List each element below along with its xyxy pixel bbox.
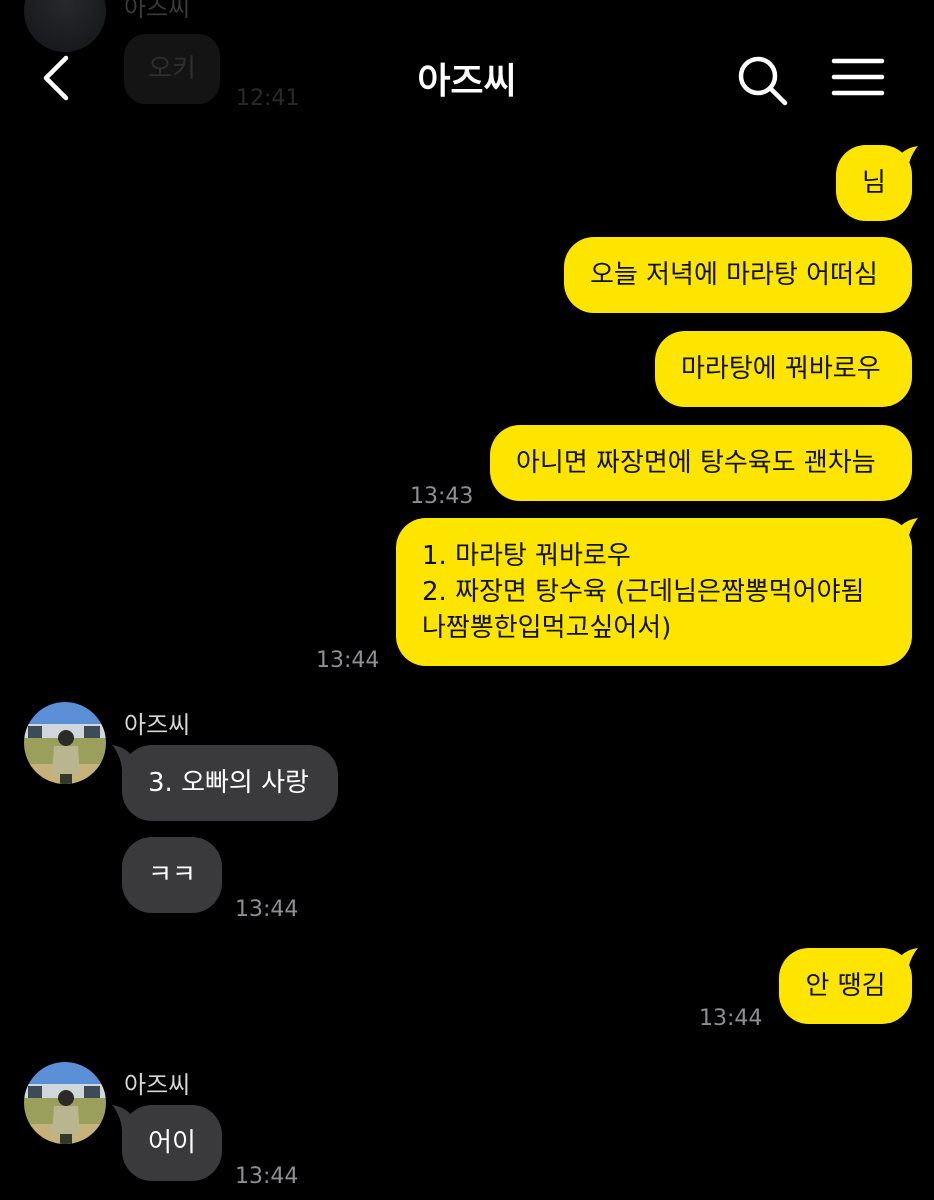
- message-line: 1. 마라탕 꿔바로우: [422, 541, 631, 571]
- message-bubble[interactable]: 안 땡김: [779, 948, 912, 1024]
- search-button[interactable]: [734, 52, 790, 108]
- hamburger-menu-icon: [831, 58, 885, 96]
- message-bubble[interactable]: 1. 마라탕 꿔바로우 2. 짜장면 탕수육 (근데님은짬뽕먹어야됨 나짬뽕한입…: [396, 518, 912, 666]
- message-time: 13:43: [410, 484, 474, 509]
- profile-photo: [24, 1062, 106, 1144]
- message-time: 13:44: [699, 1006, 763, 1031]
- message-bubble[interactable]: 어이: [122, 1105, 222, 1181]
- chat-title: 아즈씨: [417, 61, 517, 102]
- chat-screen: 아즈씨 오키 12:41 아즈씨 님 오늘 저녁에 마라탕 어떠심 마라탕에 꿔…: [0, 0, 934, 1200]
- message-bubble[interactable]: 마라탕에 꿔바로우: [655, 331, 912, 407]
- message-bubble[interactable]: ㅋㅋ: [122, 837, 222, 913]
- message-bubble[interactable]: 오늘 저녁에 마라탕 어떠심: [564, 237, 912, 313]
- message-bubble[interactable]: 님: [836, 145, 912, 221]
- message-time: 13:44: [235, 897, 299, 922]
- chat-header: 아즈씨: [0, 0, 934, 150]
- search-icon: [738, 56, 788, 106]
- message-time: 13:44: [316, 648, 380, 673]
- sender-name: 아즈씨: [124, 711, 191, 739]
- message-bubble[interactable]: 3. 오빠의 사랑: [122, 745, 338, 821]
- message-line: 나짬뽕한입먹고싶어서): [422, 613, 672, 643]
- message-line: 2. 짜장면 탕수육 (근데님은짬뽕먹어야됨: [422, 577, 865, 607]
- profile-photo: [24, 702, 106, 784]
- message-time: 13:44: [235, 1164, 299, 1189]
- avatar[interactable]: [24, 1062, 106, 1144]
- menu-button[interactable]: [830, 56, 886, 100]
- message-bubble[interactable]: 아니면 짜장면에 탕수육도 괜차늠: [490, 425, 912, 501]
- avatar[interactable]: [24, 702, 106, 784]
- sender-name: 아즈씨: [124, 1071, 191, 1099]
